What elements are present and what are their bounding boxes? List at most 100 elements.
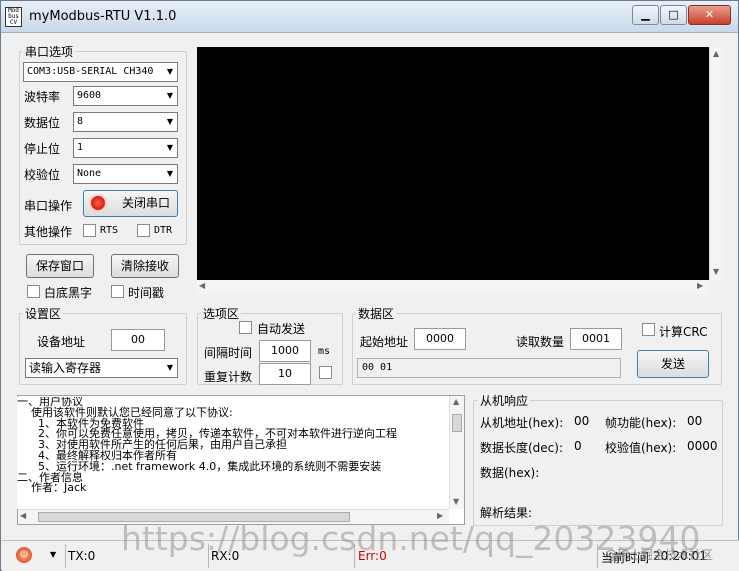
read-count-label: 读取数量: [516, 335, 565, 349]
scroll-right-icon: ▶: [437, 511, 444, 520]
data-title: 数据区: [356, 305, 397, 322]
stopbits-select[interactable]: 1 ▼: [73, 138, 178, 158]
close-button[interactable]: ✕: [688, 5, 731, 25]
frame-func-label: 帧功能(hex):: [605, 416, 677, 430]
baud-select[interactable]: 9600 ▼: [73, 86, 178, 106]
data-length-label: 数据长度(dec):: [480, 441, 564, 455]
hex-data-input[interactable]: 00 01: [357, 358, 621, 378]
serial-options-title: 串口选项: [23, 43, 76, 60]
scroll-right-icon: ▶: [697, 281, 704, 290]
hscroll-thumb[interactable]: [38, 512, 350, 522]
interval-unit: ms: [318, 346, 331, 357]
maximize-icon: □: [668, 8, 679, 21]
scroll-left-icon: ◀: [199, 281, 206, 290]
data-length-value: 0: [574, 439, 582, 453]
chevron-down-icon: ▼: [166, 67, 173, 76]
error-count: Err:0: [358, 549, 387, 563]
minimize-icon: ▁: [641, 8, 650, 21]
chevron-down-icon[interactable]: ▼: [50, 550, 56, 559]
data-hex-label: 数据(hex):: [480, 466, 540, 480]
databits-select[interactable]: 8 ▼: [73, 112, 178, 132]
status-divider: [597, 544, 598, 568]
port-select[interactable]: COM3:USB-SERIAL CH340 ▼: [23, 62, 178, 82]
save-window-button[interactable]: 保存窗口: [26, 254, 94, 278]
stopbits-value: 1: [77, 142, 84, 153]
scroll-thumb[interactable]: [452, 414, 462, 432]
receive-hscrollbar[interactable]: ◀ ▶: [197, 280, 709, 294]
app-window: Mod bus CV myModbus-RTU V1.1.0 ▁ □ ✕ 串口选项 …: [0, 0, 739, 571]
chevron-down-icon: ▼: [166, 91, 173, 100]
scroll-up-icon: ▲: [453, 397, 460, 406]
checksum-value: 0000: [687, 439, 718, 453]
repeat-input[interactable]: 10: [259, 363, 311, 385]
info-vscrollbar[interactable]: ▲ ▼: [449, 396, 464, 509]
terms-line: 作者：Jack: [17, 481, 87, 495]
rx-count: RX:0: [211, 549, 240, 563]
dtr-checkbox[interactable]: [137, 224, 150, 237]
checksum-label: 校验值(hex):: [605, 441, 677, 455]
crc-checkbox[interactable]: [642, 323, 655, 336]
window-title: myModbus-RTU V1.1.0: [29, 9, 177, 24]
white-black-label: 白底黑字: [44, 286, 93, 300]
timestamp-checkbox[interactable]: [111, 285, 124, 298]
scroll-down-icon: ▼: [453, 497, 460, 506]
start-address-input[interactable]: 0000: [414, 328, 466, 350]
databits-label: 数据位: [24, 116, 61, 130]
receive-scrollbar[interactable]: ▲ ▼: [709, 47, 723, 280]
function-select[interactable]: 读输入寄存器 ▼: [25, 358, 178, 378]
scroll-down-icon: ▼: [713, 267, 720, 276]
repeat-label: 重复计数: [204, 370, 253, 384]
databits-value: 8: [77, 116, 84, 127]
minimize-button[interactable]: ▁: [632, 5, 659, 25]
other-op-label: 其他操作: [24, 225, 73, 239]
slave-address-label: 从机地址(hex):: [480, 416, 564, 430]
start-address-label: 起始地址: [360, 335, 409, 349]
interval-input[interactable]: 1000: [259, 340, 311, 362]
title-bar[interactable]: Mod bus CV myModbus-RTU V1.1.0 ▁ □ ✕: [1, 1, 738, 33]
chevron-down-icon: ▼: [166, 169, 173, 178]
chevron-down-icon: ▼: [166, 117, 173, 126]
settings-title: 设置区: [23, 305, 64, 322]
close-port-label: 关闭串口: [122, 196, 171, 210]
crc-label: 计算CRC: [659, 325, 708, 339]
app-icon: Mod bus CV: [5, 7, 22, 27]
parity-label: 校验位: [24, 168, 61, 182]
baud-value: 9600: [77, 90, 102, 101]
send-button[interactable]: 发送: [637, 350, 709, 378]
parse-result-label: 解析结果:: [480, 506, 533, 520]
device-address-label: 设备地址: [37, 335, 86, 349]
info-hscrollbar[interactable]: ◀ ▶: [18, 509, 449, 524]
tx-count: TX:0: [68, 549, 96, 563]
white-black-checkbox[interactable]: [27, 285, 40, 298]
parity-value: None: [77, 168, 102, 179]
status-divider: [354, 544, 355, 568]
power-icon[interactable]: ⏻: [16, 547, 32, 563]
port-op-label: 串口操作: [24, 199, 73, 213]
auto-send-label: 自动发送: [257, 322, 306, 336]
terms-text: 一、用户协议 使用该软件则默认您已经同意了以下协议: 1、本软件为免费软件 2、…: [17, 397, 447, 509]
clear-receive-button[interactable]: 清除接收: [111, 254, 179, 278]
baud-label: 波特率: [24, 90, 61, 104]
close-port-button[interactable]: 关闭串口: [83, 190, 178, 217]
function-value: 读输入寄存器: [29, 361, 102, 375]
status-led-icon: [91, 196, 105, 210]
repeat-checkbox[interactable]: [319, 366, 332, 379]
watermark-text: @稀土掘金技术社区: [605, 548, 714, 562]
options-title: 选项区: [201, 305, 242, 322]
rts-checkbox[interactable]: [83, 224, 96, 237]
chevron-down-icon: ▼: [166, 143, 173, 152]
status-divider: [208, 544, 209, 568]
slave-response-title: 从机响应: [478, 392, 531, 409]
maximize-button[interactable]: □: [660, 5, 687, 25]
slave-address-value: 00: [574, 414, 590, 428]
chevron-down-icon: ▼: [166, 363, 173, 372]
parity-select[interactable]: None ▼: [73, 164, 178, 184]
receive-area[interactable]: [197, 47, 709, 280]
auto-send-checkbox[interactable]: [239, 321, 252, 334]
stopbits-label: 停止位: [24, 142, 61, 156]
rts-label: RTS: [100, 225, 119, 236]
frame-func-value: 00: [687, 414, 703, 428]
timestamp-label: 时间戳: [128, 286, 165, 300]
device-address-input[interactable]: 00: [111, 329, 165, 351]
read-count-input[interactable]: 0001: [570, 328, 622, 350]
